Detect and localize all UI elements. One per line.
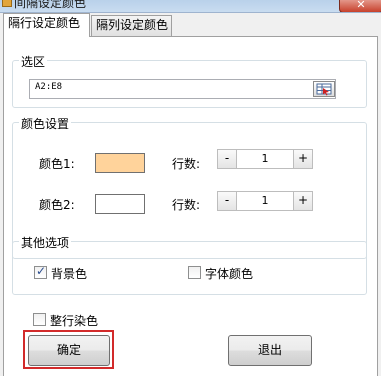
- color2-increment-button[interactable]: +: [293, 191, 313, 211]
- color1-decrement-button[interactable]: -: [217, 149, 237, 169]
- color1-count-value[interactable]: 1: [236, 149, 294, 169]
- font-color-label: 字体颜色: [205, 267, 254, 281]
- app-icon: [2, 0, 12, 7]
- checkmark-icon: ✓: [36, 264, 47, 278]
- tab-strip: 隔行设定颜色 隔列设定颜色: [3, 13, 381, 37]
- tab-row-color[interactable]: 隔行设定颜色: [3, 13, 90, 37]
- window-title: 间隔设定颜色: [14, 0, 87, 10]
- range-group: 选区 A2:E8: [12, 53, 367, 108]
- range-group-legend: 选区: [19, 53, 48, 70]
- other-options-legend: 其他选项: [19, 234, 72, 251]
- title-bar: 间隔设定颜色 ✕: [0, 0, 381, 13]
- color-settings-legend: 颜色设置: [19, 115, 72, 132]
- color1-count-label: 行数:: [172, 157, 201, 171]
- color2-label: 颜色2:: [39, 198, 75, 212]
- tab-panel: 选区 A2:E8 颜色设置 颜色1: 行数: - 1 + 颜色2: 行数: -: [3, 36, 378, 376]
- other-options-group: 其他选项 ✓ 背景色 字体颜色: [12, 234, 367, 295]
- ok-button[interactable]: 确定: [28, 335, 110, 366]
- range-select-icon: [316, 83, 332, 96]
- color1-increment-button[interactable]: +: [293, 149, 313, 169]
- color1-swatch[interactable]: [95, 153, 145, 173]
- color2-count-label: 行数:: [172, 198, 201, 212]
- color2-swatch[interactable]: [95, 194, 145, 214]
- color1-label: 颜色1:: [39, 157, 75, 171]
- background-color-label: 背景色: [51, 267, 88, 281]
- range-input[interactable]: A2:E8: [29, 79, 336, 99]
- font-color-checkbox[interactable]: [188, 266, 201, 279]
- range-input-value: A2:E8: [35, 82, 63, 92]
- exit-button[interactable]: 退出: [228, 335, 312, 366]
- whole-row-label: 整行染色: [50, 314, 99, 328]
- tab-column-color[interactable]: 隔列设定颜色: [91, 15, 172, 36]
- color2-decrement-button[interactable]: -: [217, 191, 237, 211]
- background-color-checkbox[interactable]: ✓: [34, 264, 47, 279]
- range-select-button[interactable]: [313, 81, 335, 97]
- close-button[interactable]: ✕: [339, 0, 381, 12]
- whole-row-checkbox[interactable]: [33, 313, 46, 326]
- color2-count-value[interactable]: 1: [236, 191, 294, 211]
